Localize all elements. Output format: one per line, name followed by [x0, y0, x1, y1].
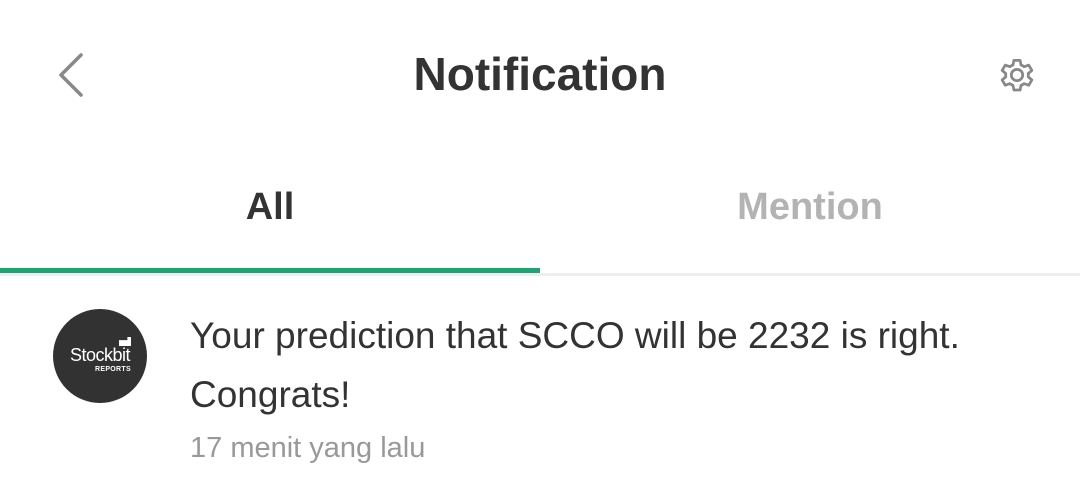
avatar-brand: Stockbit [69, 345, 131, 365]
page-title: Notification [413, 48, 667, 100]
avatar-sub: REPORTS [95, 366, 131, 373]
notification-time: 17 menit yang lalu [190, 432, 426, 464]
tab-all[interactable]: All [0, 150, 540, 273]
notification-message: Your prediction that SCCO will be 2232 i… [190, 315, 960, 415]
tab-mention[interactable]: Mention [540, 150, 1080, 273]
notification-item[interactable]: Stockbit REPORTS Your prediction that SC… [0, 280, 1080, 490]
gear-icon [1000, 58, 1034, 92]
avatar: Stockbit REPORTS [53, 309, 147, 403]
active-tab-indicator [0, 268, 540, 273]
app-header: Notification [0, 0, 1080, 150]
settings-button[interactable] [986, 44, 1048, 106]
tab-bar: All Mention [0, 150, 1080, 276]
